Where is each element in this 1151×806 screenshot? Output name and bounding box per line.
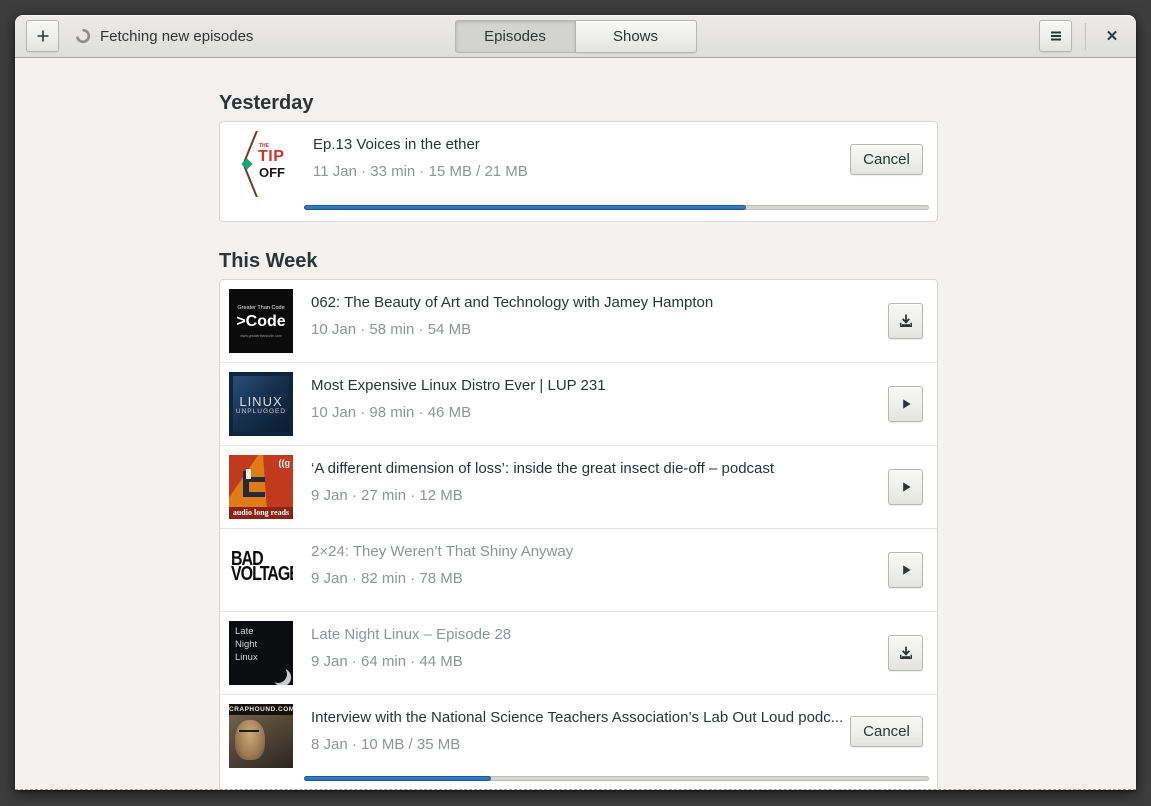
download-icon — [899, 314, 912, 327]
section-title: Yesterday — [219, 92, 314, 114]
episode-action — [888, 552, 923, 588]
episode-row[interactable]: Greater Than Code >Code www.greaterthancod… — [220, 280, 937, 362]
episode-meta: 8 Jan · 10 MB / 35 MB — [311, 736, 461, 753]
play-button[interactable] — [888, 552, 923, 588]
episode-row[interactable]: ((g audio long reads ‘A different dimensio… — [220, 445, 937, 528]
add-podcast-button[interactable] — [26, 20, 59, 52]
podcasts-app-window: Fetching new episodes Episodes Shows ✕ Ye… — [15, 15, 1136, 790]
episode-row[interactable]: BAD VOLTAGE 2×24: They Weren’t That Shiny… — [220, 528, 937, 611]
episode-info: 2×24: They Weren’t That Shiny Anyway 9 Ja… — [311, 538, 888, 602]
artwork-text: VOLTAGE — [231, 563, 293, 586]
close-button[interactable]: ✕ — [1099, 23, 1125, 49]
status-area: Fetching new episodes — [75, 28, 253, 45]
headerbar-right: ✕ — [1039, 20, 1125, 52]
episode-action: Cancel — [850, 715, 923, 747]
artwork-text: Greater Than Code — [237, 304, 285, 311]
play-icon — [902, 565, 911, 575]
artwork-text: www.greaterthancode.com — [240, 333, 282, 338]
episode-info: Most Expensive Linux Distro Ever | LUP 2… — [311, 372, 888, 436]
artwork-text: OFF — [259, 165, 285, 180]
download-progress-fill — [304, 205, 747, 210]
artwork-text: Night — [235, 638, 258, 650]
plus-icon — [37, 30, 48, 42]
episode-row[interactable]: LINUX UNPLUGGED Most Expensive Linux Distr… — [220, 362, 937, 445]
artwork-text: LINUX — [239, 393, 283, 409]
episode-action — [888, 386, 923, 422]
download-progress-bar — [304, 205, 929, 210]
artwork-text: >Code — [236, 312, 286, 330]
episode-artwork: CRAPHOUND.COM — [229, 704, 293, 768]
episode-artwork: ((g audio long reads — [229, 455, 293, 519]
episode-action — [888, 635, 923, 671]
download-progress-bar — [304, 776, 929, 781]
episode-meta: 9 Jan · 27 min · 12 MB — [311, 487, 463, 504]
episode-action — [888, 469, 923, 505]
artwork-text: UNPLUGGED — [235, 407, 287, 415]
episode-info: 062: The Beauty of Art and Technology wi… — [311, 289, 888, 353]
artwork-text: audio long reads — [229, 507, 293, 519]
episode-action — [888, 303, 923, 339]
episode-title: Ep.13 Voices in the ether — [313, 136, 480, 153]
artwork-text: TIP — [258, 148, 285, 165]
episode-row[interactable]: Late Night Linux Late Night Linux – Epis… — [220, 611, 937, 694]
hamburger-icon — [1050, 31, 1061, 41]
cancel-download-button[interactable]: Cancel — [850, 143, 923, 175]
artwork-shape — [235, 720, 265, 760]
episodes-view: Yesterday THE TIP OFF Ep.13 Voices in the e… — [219, 58, 938, 789]
artwork-text: Late — [235, 626, 254, 637]
episode-artwork: Greater Than Code >Code www.greaterthancod… — [229, 289, 293, 353]
download-button[interactable] — [888, 635, 923, 671]
episode-meta: 10 Jan · 58 min · 54 MB — [311, 321, 472, 338]
episode-row[interactable]: THE TIP OFF Ep.13 Voices in the ether 11 Jan… — [220, 122, 937, 221]
play-button[interactable] — [888, 469, 923, 505]
menu-button[interactable] — [1039, 20, 1072, 52]
artwork-text: ((g — [278, 458, 291, 468]
episode-info: ‘A different dimension of loss’: inside … — [311, 455, 888, 519]
play-icon — [902, 399, 911, 409]
download-progress-fill — [304, 776, 491, 781]
tab-shows[interactable]: Shows — [575, 20, 697, 53]
tab-episodes[interactable]: Episodes — [454, 20, 576, 53]
episode-info: Late Night Linux – Episode 28 9 Jan · 64 … — [311, 621, 888, 685]
episode-artwork: Late Night Linux — [229, 621, 293, 685]
episode-list-card: Greater Than Code >Code www.greaterthancod… — [219, 279, 938, 789]
episode-title: Most Expensive Linux Distro Ever | LUP 2… — [311, 377, 606, 394]
crescent-moon-shape — [267, 663, 290, 685]
episode-meta: 10 Jan · 98 min · 46 MB — [311, 404, 472, 421]
artwork-shape — [243, 469, 265, 497]
episode-artwork: BAD VOLTAGE — [229, 538, 293, 602]
artwork-text: Linux — [235, 651, 258, 663]
episode-title: 2×24: They Weren’t That Shiny Anyway — [311, 543, 574, 560]
episode-list-card: THE TIP OFF Ep.13 Voices in the ether 11 Jan… — [219, 121, 938, 222]
episode-section: This Week Greater Than Code >Code www.great… — [219, 250, 938, 789]
view-switcher: Episodes Shows — [454, 20, 697, 53]
download-button[interactable] — [888, 303, 923, 339]
episode-meta: 9 Jan · 64 min · 44 MB — [311, 653, 463, 670]
episode-meta: 9 Jan · 82 min · 78 MB — [311, 570, 463, 587]
download-icon — [899, 646, 912, 659]
episode-title: 062: The Beauty of Art and Technology wi… — [311, 294, 714, 311]
episode-meta: 11 Jan · 33 min · 15 MB / 21 MB — [313, 163, 528, 180]
episode-title: ‘A different dimension of loss’: inside … — [311, 460, 775, 477]
artwork-text: CRAPHOUND.COM — [229, 704, 293, 715]
play-button[interactable] — [888, 386, 923, 422]
status-text: Fetching new episodes — [100, 27, 254, 45]
spinner-icon — [75, 28, 91, 44]
cancel-download-button[interactable]: Cancel — [850, 715, 923, 747]
artwork-shape — [239, 730, 259, 735]
episode-title: Interview with the National Science Teac… — [311, 709, 844, 726]
episode-title: Late Night Linux – Episode 28 — [311, 626, 512, 643]
section-title: This Week — [219, 250, 318, 272]
desktop-background: Fetching new episodes Episodes Shows ✕ Ye… — [0, 0, 1151, 806]
episode-info: Ep.13 Voices in the ether 11 Jan · 33 min… — [313, 131, 850, 197]
episode-info: Interview with the National Science Teac… — [311, 704, 850, 768]
play-icon — [902, 482, 911, 492]
episode-artwork: THE TIP OFF — [229, 131, 295, 197]
headerbar: Fetching new episodes Episodes Shows ✕ — [15, 15, 1136, 58]
episode-row[interactable]: CRAPHOUND.COM Interview with the National… — [220, 694, 937, 789]
episode-section: Yesterday THE TIP OFF Ep.13 Voices in the e… — [219, 92, 938, 222]
episode-action: Cancel — [850, 143, 923, 175]
episode-artwork: LINUX UNPLUGGED — [229, 372, 293, 436]
headerbar-separator — [1085, 22, 1086, 50]
